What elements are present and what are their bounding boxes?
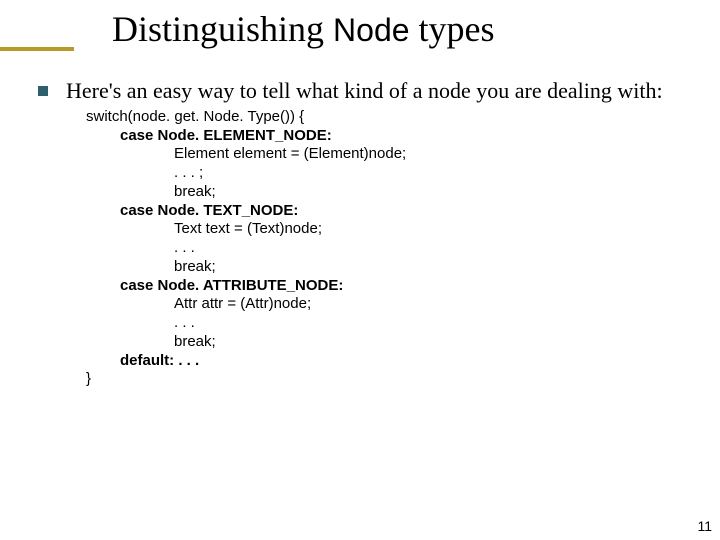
- code-line-c2a: Text text = (Text)node;: [174, 220, 700, 239]
- accent-line: [0, 47, 74, 51]
- title-word-1: Distinguishing: [112, 9, 324, 49]
- slide-title: Distinguishing Node types: [112, 8, 495, 50]
- code-line-case-element: case Node. ELEMENT_NODE:: [120, 127, 700, 146]
- code-line-close-brace: }: [86, 370, 700, 389]
- code-line-default: default: . . .: [120, 352, 700, 371]
- code-line-c1b: . . . ;: [174, 164, 700, 183]
- lead-text: Here's an easy way to tell what kind of …: [66, 78, 663, 104]
- code-line-case-text: case Node. TEXT_NODE:: [120, 202, 700, 221]
- title-word-2: Node: [333, 12, 410, 48]
- content-area: Here's an easy way to tell what kind of …: [38, 78, 700, 389]
- slide-number: 11: [697, 518, 712, 534]
- code-block: switch(node. get. Node. Type()) { case N…: [86, 108, 700, 389]
- code-line-c3a: Attr attr = (Attr)node;: [174, 295, 700, 314]
- code-line-c2c: break;: [174, 258, 700, 277]
- code-line-c2b: . . .: [174, 239, 700, 258]
- lead-row: Here's an easy way to tell what kind of …: [38, 78, 700, 104]
- code-line-c1c: break;: [174, 183, 700, 202]
- code-line-c1a: Element element = (Element)node;: [174, 145, 700, 164]
- code-line-c3b: . . .: [174, 314, 700, 333]
- square-bullet-icon: [38, 86, 48, 96]
- code-line-c3c: break;: [174, 333, 700, 352]
- code-line-switch: switch(node. get. Node. Type()) {: [86, 108, 700, 127]
- code-line-case-attr: case Node. ATTRIBUTE_NODE:: [120, 277, 700, 296]
- title-word-3: types: [419, 9, 495, 49]
